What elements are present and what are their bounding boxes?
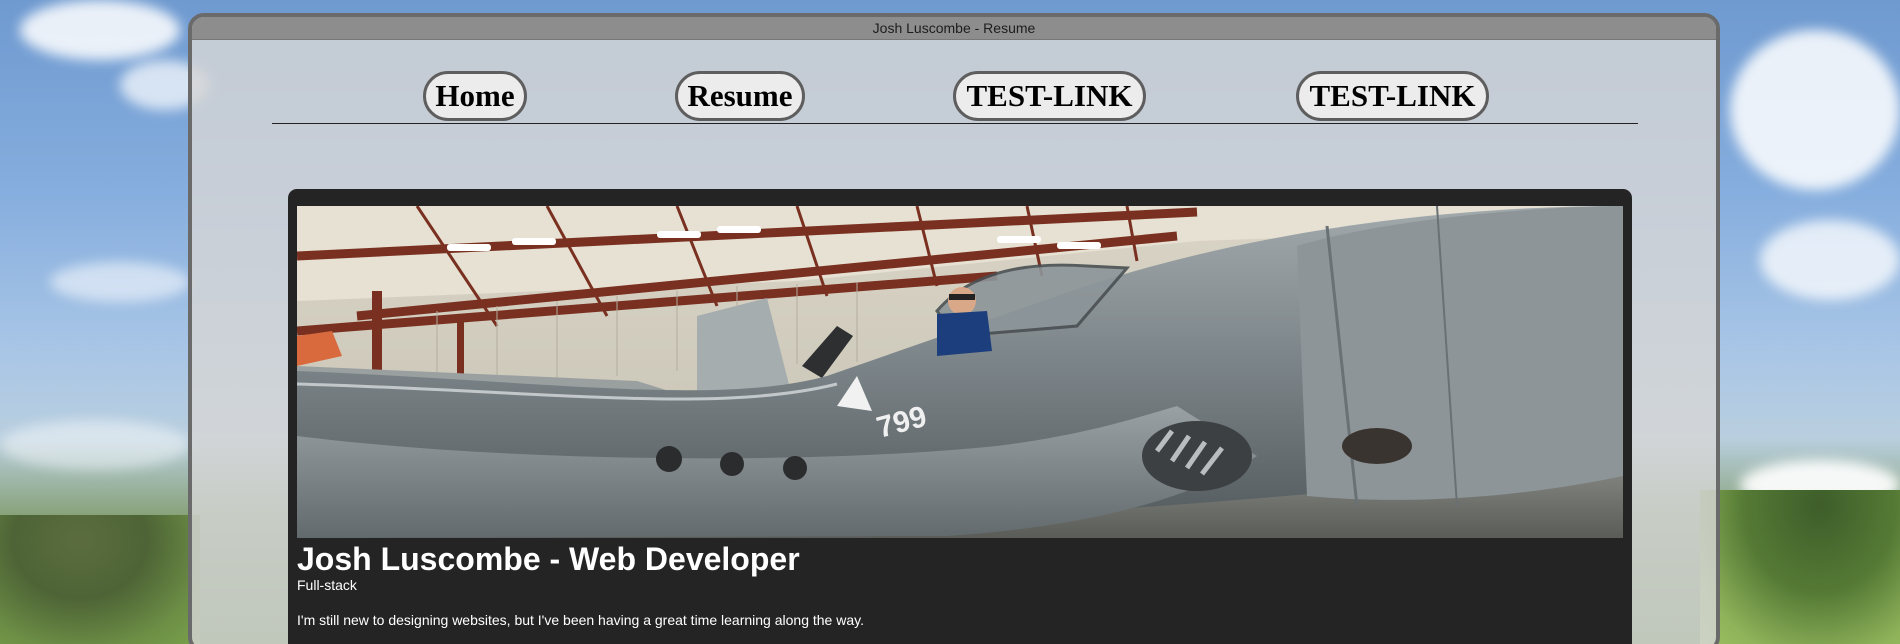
window-title: Josh Luscombe - Resume [192,17,1716,40]
cloud [1760,220,1900,300]
page-title: Josh Luscombe - Web Developer [297,541,800,577]
background-hill-left [0,515,200,644]
nav-resume-button[interactable]: Resume [675,71,805,121]
cloud [0,420,190,470]
cloud [20,0,180,60]
top-nav: Home Resume TEST-LINK TEST-LINK [192,39,1716,121]
page-window: Josh Luscombe - Resume Home Resume TEST-… [188,13,1720,644]
cloud [1730,30,1900,190]
subtitle: Full-stack [297,577,357,593]
hero-caption: Josh Luscombe - Web Developer Full-stack… [297,541,1623,628]
profile-card: 799 Josh Luscombe - Web Developer Full-s… [288,189,1632,644]
nav-home-button[interactable]: Home [423,71,527,121]
cloud [50,262,190,302]
hangar-airplane-photo: 799 [297,206,1623,538]
nav-test-link-button[interactable]: TEST-LINK [953,71,1146,121]
intro-paragraph: I'm still new to designing websites, but… [297,612,864,628]
hero-image: 799 [297,206,1623,538]
background-hill-right [1700,490,1900,644]
nav-divider [272,123,1638,124]
nav-test-link-button-2[interactable]: TEST-LINK [1296,71,1489,121]
